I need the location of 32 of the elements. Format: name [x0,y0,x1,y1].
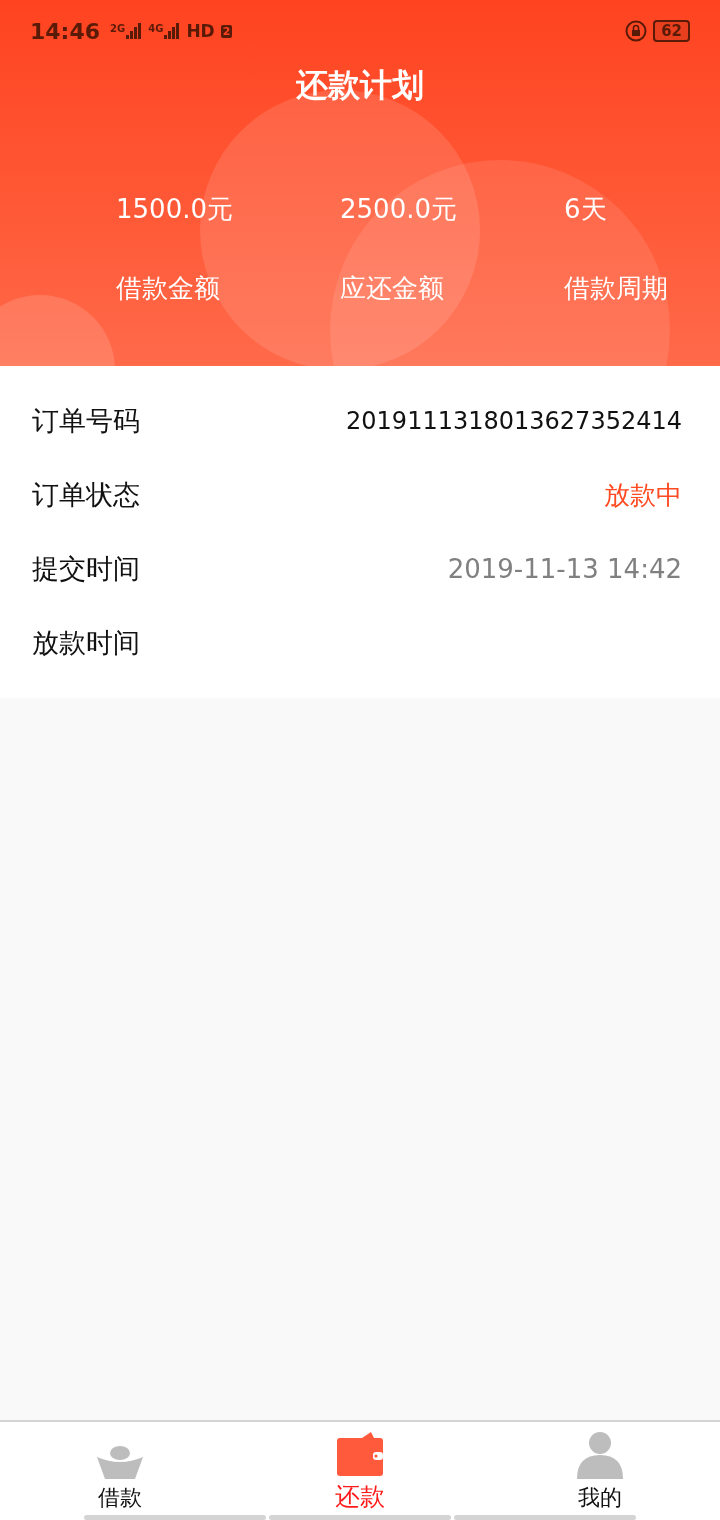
summary-label: 应还金额 [340,272,444,305]
tab[interactable]: 借款 [0,1422,240,1515]
signal-icon [126,23,143,39]
summary-value: 1500.0元 [116,193,233,226]
summary-label: 借款金额 [116,272,220,305]
tab[interactable]: 还款 [240,1422,480,1515]
summary-value: 6天 [564,193,607,226]
hd-label: HD [186,21,215,41]
tab-label: 我的 [578,1484,622,1512]
signal-icon [164,23,181,39]
person-icon [577,1431,623,1479]
summary-value: 2500.0元 [340,193,457,226]
detail-label: 放款时间 [32,626,140,660]
tab[interactable]: 我的 [480,1422,720,1515]
detail-value: 2019111318013627352414 [346,407,682,435]
ingot-icon [97,1445,143,1479]
status-time: 14:46 [30,18,101,44]
battery-level: 62 [653,20,690,42]
rotation-lock-icon [625,20,648,42]
detail-value: 2019-11-13 14:42 [447,554,682,584]
tab-label: 还款 [335,1481,385,1513]
detail-label: 提交时间 [32,552,140,586]
hd-slot: 2 [220,24,233,38]
network-type: 2G [110,23,126,34]
wallet-icon [337,1432,383,1476]
tab-label: 借款 [98,1484,142,1512]
network-type: 4G [148,23,164,34]
page-title: 还款计划 [295,65,425,106]
detail-value: 放款中 [604,478,682,512]
detail-label: 订单号码 [32,404,140,438]
summary-label: 借款周期 [564,272,668,305]
detail-label: 订单状态 [32,478,140,512]
